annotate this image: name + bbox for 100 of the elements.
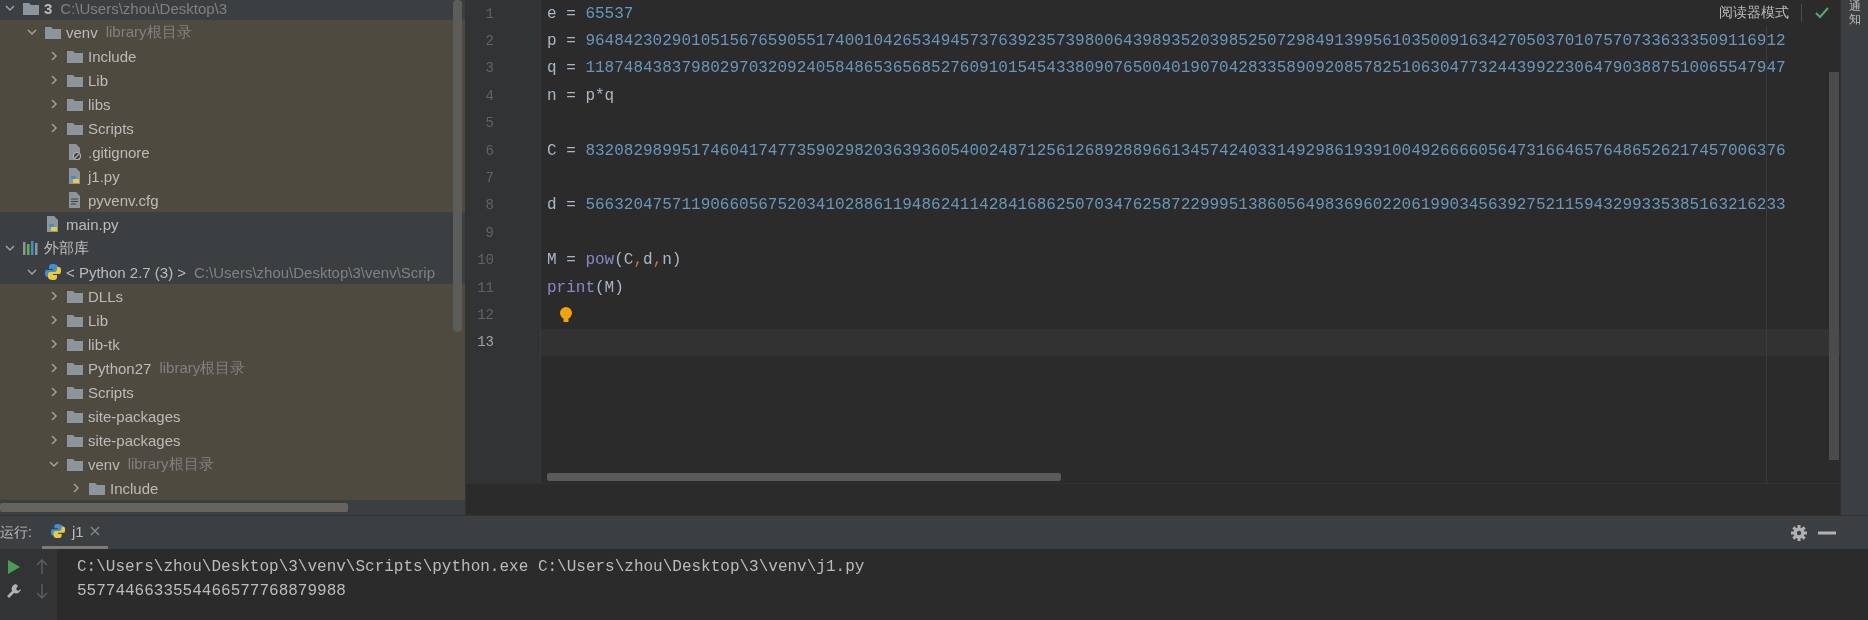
path-note: library根目录	[127, 454, 214, 474]
tree-item-label: Python27	[88, 359, 152, 377]
code-line: p = 96484230290105156765905517400104265349457376392357398006439893520398525072984913995610350091634270503701075707336333509116912	[547, 32, 1786, 51]
chevron-right-icon[interactable]	[48, 74, 60, 86]
tree-row[interactable]: .gitignore	[0, 140, 465, 164]
console-output-line: C:\Users\zhou\Desktop\3\venv\Scripts\python.exe C:\Users\zhou\Desktop\3\venv\j1.py	[77, 557, 865, 578]
chevron-down-icon[interactable]	[4, 2, 16, 14]
settings-icon[interactable]	[1790, 523, 1808, 542]
tree-item-label: .gitignore	[88, 143, 150, 161]
folder-icon	[22, 0, 40, 16]
checkmark-icon	[1814, 6, 1830, 20]
code-line: q = 11874843837980297032092405848653656852760910154543380907650040190704283358909208578251063047732443992230647903887510065547947	[547, 59, 1786, 78]
chevron-down-icon[interactable]	[26, 266, 38, 278]
tree-item-label: < Python 2.7 (3) >	[66, 263, 187, 281]
chevron-right-icon[interactable]	[48, 386, 60, 398]
tree-row[interactable]: 外部库	[0, 236, 465, 260]
tree-row[interactable]: main.py	[0, 212, 465, 236]
chevron-down-icon[interactable]	[26, 26, 38, 38]
chevron-right-icon[interactable]	[48, 290, 60, 302]
chevron-right-icon[interactable]	[48, 50, 60, 62]
code-line: C = 83208298995174604174773590298203639360540024871256126892889661345742403314929861939100492666605647316646576486526217457006376	[547, 141, 1786, 160]
folder-icon	[66, 72, 84, 88]
code-line: n = p*q	[547, 86, 615, 105]
path-note: library根目录	[159, 358, 246, 378]
tree-item-label: Scripts	[88, 119, 134, 137]
tree-row[interactable]: site-packages	[0, 404, 465, 428]
chevron-right-icon[interactable]	[48, 434, 60, 446]
close-icon[interactable]	[89, 526, 100, 536]
folder-icon	[66, 432, 84, 448]
ignored-file-icon	[66, 143, 84, 161]
tree-row[interactable]: Scripts	[0, 116, 465, 140]
tree-row[interactable]: Include	[0, 476, 465, 500]
chevron-down-icon[interactable]	[4, 242, 16, 254]
tree-row[interactable]: Scripts	[0, 380, 465, 404]
tree-row[interactable]: DLLs	[0, 284, 465, 308]
tree-item-label: Lib	[88, 311, 109, 329]
tree-item-label: venv	[66, 23, 98, 41]
code-line: d = 56632047571190660567520341028861194862411428416862507034762587229995138605649836960220619903456392752115943299335385163216233	[547, 196, 1786, 215]
chevron-down-icon[interactable]	[48, 458, 60, 470]
tree-row[interactable]: pyvenv.cfg	[0, 188, 465, 212]
path-note: C:\Users\zhou\Desktop\3	[60, 0, 228, 17]
lightbulb-icon[interactable]	[559, 306, 573, 324]
tree-item-label: Include	[110, 479, 159, 497]
code-line: e = 65537	[547, 4, 634, 23]
minimize-icon[interactable]	[1818, 530, 1836, 535]
tree-item-label: Scripts	[88, 383, 134, 401]
line-number: 13	[477, 334, 494, 351]
folder-icon	[88, 480, 106, 496]
horizontal-scrollbar[interactable]	[547, 473, 1061, 481]
tree-row[interactable]: venv library根目录	[0, 20, 465, 44]
chevron-right-icon[interactable]	[70, 482, 82, 494]
tree-item-label: DLLs	[88, 287, 124, 305]
folder-icon	[66, 288, 84, 304]
tree-item-label: venv	[88, 455, 120, 473]
path-note: library根目录	[105, 22, 192, 42]
chevron-right-icon[interactable]	[48, 362, 60, 374]
code-line: M = pow(C,d,n)	[547, 251, 682, 270]
chevron-right-icon[interactable]	[48, 338, 60, 350]
path-note: C:\Users\zhou\Desktop\3\venv\Scrip	[194, 263, 435, 281]
folder-icon	[44, 24, 62, 40]
chevron-right-icon[interactable]	[48, 314, 60, 326]
tree-row[interactable]: lib-tk	[0, 332, 465, 356]
vertical-scrollbar[interactable]	[453, 0, 462, 332]
folder-icon	[66, 312, 84, 328]
run-label: 运行:	[0, 523, 32, 542]
console-output-line: 5577446633554466577768879988	[77, 581, 347, 602]
tree-item-label: 3	[44, 0, 53, 17]
tree-row[interactable]: j1.py	[0, 164, 465, 188]
tree-row[interactable]: 3 C:\Users\zhou\Desktop\3	[0, 0, 465, 20]
folder-icon	[66, 408, 84, 424]
python-icon	[44, 263, 62, 281]
library-icon	[22, 240, 40, 256]
folder-icon	[66, 48, 84, 64]
vertical-scrollbar[interactable]	[1829, 72, 1839, 460]
tree-row[interactable]: site-packages	[0, 428, 465, 452]
tree-item-label: Lib	[88, 71, 109, 89]
tree-row[interactable]: Include	[0, 44, 465, 68]
tree-row[interactable]: Lib	[0, 308, 465, 332]
tree-item-label: j1.py	[88, 167, 120, 185]
chevron-right-icon[interactable]	[48, 122, 60, 134]
tree-row[interactable]: < Python 2.7 (3) > C:\Users\zhou\Desktop\3\venv\Scrip	[0, 260, 465, 284]
tree-item-label: lib-tk	[88, 335, 120, 353]
tree-item-label: libs	[88, 95, 111, 113]
tree-item-label: main.py	[66, 215, 119, 233]
wrench-icon[interactable]	[6, 583, 22, 599]
horizontal-scrollbar[interactable]	[0, 503, 348, 512]
tree-row[interactable]: libs	[0, 92, 465, 116]
tree-item-label: Include	[88, 47, 137, 65]
chevron-right-icon[interactable]	[48, 410, 60, 422]
folder-icon	[66, 384, 84, 400]
tree-item-label: site-packages	[88, 407, 181, 425]
folder-icon	[66, 336, 84, 352]
tree-item-label: pyvenv.cfg	[88, 191, 159, 209]
run-icon[interactable]	[7, 559, 21, 575]
tree-row[interactable]: Python27 library根目录	[0, 356, 465, 380]
python-icon	[49, 523, 66, 539]
chevron-right-icon[interactable]	[48, 98, 60, 110]
reader-mode-link[interactable]: 阅读器模式	[1719, 4, 1789, 22]
tree-row[interactable]: Lib	[0, 68, 465, 92]
tree-row[interactable]: venv library根目录	[0, 452, 465, 476]
